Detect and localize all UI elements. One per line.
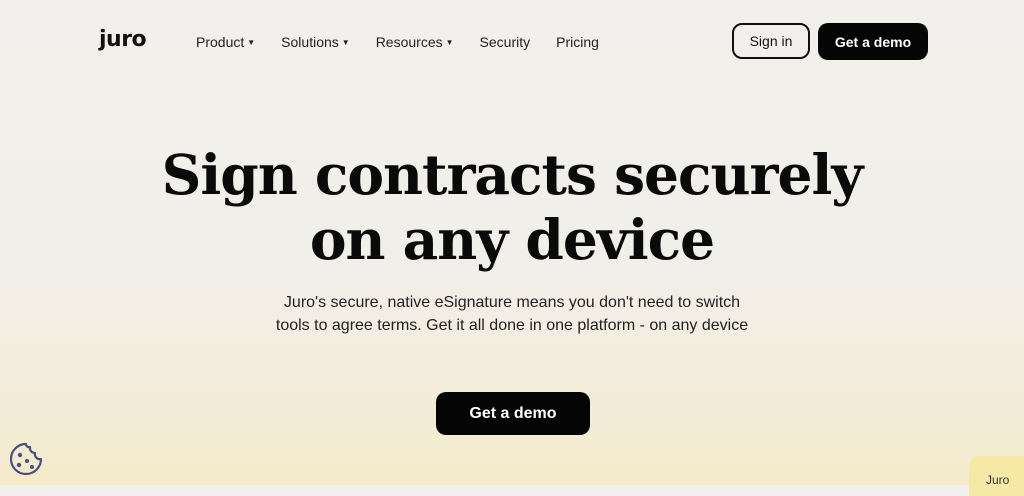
get-demo-header-button[interactable]: Get a demo xyxy=(818,23,928,60)
nav-product[interactable]: Product ▼ xyxy=(196,34,255,50)
hero-title-line-2: on any device xyxy=(309,207,715,272)
nav-security[interactable]: Security xyxy=(480,34,531,50)
hero-subtitle: Juro's secure, native eSignature means y… xyxy=(275,294,749,334)
caret-down-icon: ▼ xyxy=(247,37,256,47)
nav-solutions[interactable]: Solutions ▼ xyxy=(281,34,350,50)
main-menu: Product ▼ Solutions ▼ Resources ▼ Securi… xyxy=(196,34,625,50)
nav-solutions-label: Solutions xyxy=(281,34,339,50)
hero-title-line-1: Sign contracts securely xyxy=(161,142,864,207)
nav-resources-label: Resources xyxy=(375,34,443,50)
nav-pricing-label: Pricing xyxy=(556,34,599,50)
nav-security-label: Security xyxy=(479,34,531,50)
top-navigation: juro Product ▼ Solutions ▼ Resources ▼ S… xyxy=(0,0,1024,84)
juro-logo[interactable]: juro xyxy=(99,27,147,52)
nav-resources[interactable]: Resources ▼ xyxy=(376,34,454,50)
caret-down-icon: ▼ xyxy=(445,37,454,47)
hero-title: Sign contracts securely on any device xyxy=(0,142,1024,272)
chat-widget-tab[interactable]: Juro xyxy=(969,456,1024,496)
nav-pricing[interactable]: Pricing xyxy=(556,34,599,50)
get-demo-hero-button[interactable]: Get a demo xyxy=(436,392,590,435)
sign-in-button[interactable]: Sign in xyxy=(732,23,810,59)
caret-down-icon: ▼ xyxy=(341,37,350,47)
nav-product-label: Product xyxy=(196,34,245,50)
cookie-icon[interactable] xyxy=(8,441,44,477)
